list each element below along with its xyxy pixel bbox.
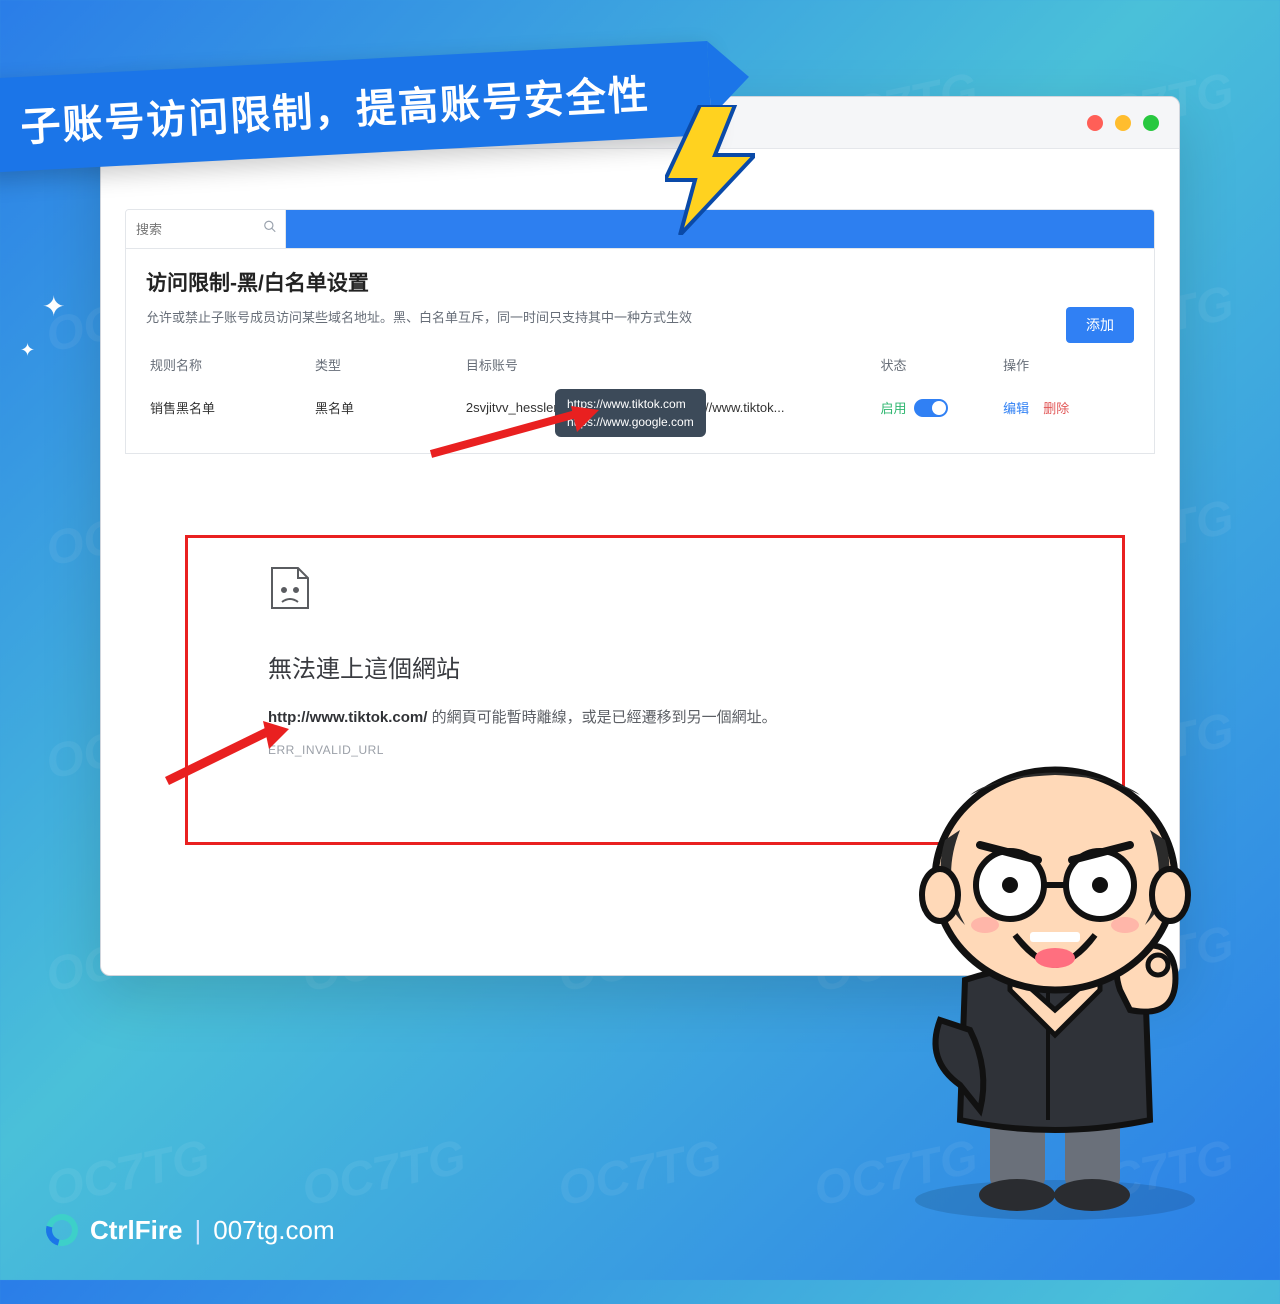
cell-ops: 编辑 删除	[1003, 398, 1130, 417]
panel-title: 访问限制-黑/白名单设置	[146, 267, 1134, 297]
delete-link[interactable]: 删除	[1043, 398, 1069, 417]
site-url: 007tg.com	[213, 1215, 334, 1246]
arrow-icon	[421, 404, 601, 464]
close-dot-icon[interactable]	[1087, 115, 1103, 131]
cell-name: 销售黑名单	[150, 398, 305, 417]
error-title: 無法連上這個網站	[268, 649, 1042, 684]
brand-name: CtrlFire	[90, 1215, 182, 1246]
logo-icon	[40, 1208, 84, 1252]
table-header: 规则名称 类型 目标账号 状态 操作	[146, 343, 1134, 386]
arrow-icon	[159, 719, 289, 789]
sad-page-icon	[268, 564, 1042, 617]
col-ops: 操作	[1003, 355, 1130, 374]
col-status: 状态	[880, 355, 993, 374]
add-button[interactable]: 添加	[1066, 307, 1134, 343]
search-input[interactable]	[126, 210, 285, 248]
maximize-dot-icon[interactable]	[1143, 115, 1159, 131]
col-type: 类型	[315, 355, 456, 374]
mascot-character	[870, 720, 1240, 1220]
minimize-dot-icon[interactable]	[1115, 115, 1131, 131]
col-name: 规则名称	[150, 355, 305, 374]
edit-link[interactable]: 编辑	[1003, 398, 1029, 417]
panel-description: 允许或禁止子账号成员访问某些域名地址。黑、白名单互斥，同一时间只支持其中一种方式…	[146, 307, 692, 326]
lightning-icon	[665, 105, 755, 235]
separator: |	[194, 1215, 201, 1246]
search-icon	[263, 220, 277, 239]
cell-status: 启用	[880, 398, 993, 417]
footer: CtrlFire | 007tg.com	[46, 1214, 335, 1246]
col-target: 目标账号	[466, 355, 663, 374]
status-toggle[interactable]	[914, 399, 948, 417]
